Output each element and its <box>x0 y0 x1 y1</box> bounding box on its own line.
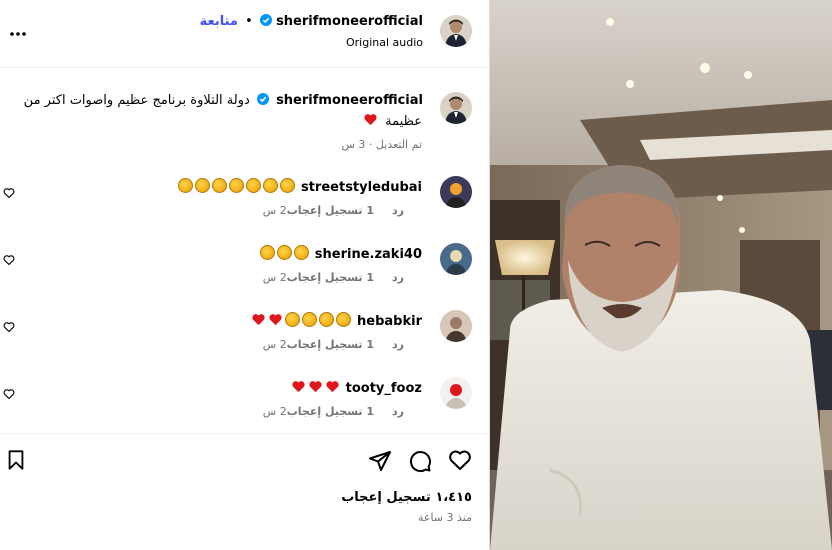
comment-reply-button[interactable]: رد <box>392 338 404 351</box>
caption-username[interactable]: sherifmoneerofficial <box>276 93 423 108</box>
comment-icon[interactable] <box>408 449 432 473</box>
comment-like-count[interactable]: 1 تسجيل إعجاب <box>287 204 374 217</box>
comment-avatar[interactable] <box>440 176 472 208</box>
heart-emoji <box>268 312 283 327</box>
like-count[interactable]: ١،٤١٥ تسجيل إعجاب <box>341 490 472 505</box>
comment-avatar[interactable] <box>440 243 472 275</box>
author-avatar[interactable] <box>440 15 472 47</box>
comment-like-count[interactable]: 1 تسجيل إعجاب <box>287 271 374 284</box>
comment-time[interactable]: 2 س <box>263 204 287 217</box>
clapping-hands-emoji <box>228 178 244 193</box>
heart-emoji <box>325 379 340 394</box>
share-send-icon[interactable] <box>368 449 392 473</box>
post-author-username[interactable]: sherifmoneerofficial <box>276 14 423 29</box>
comment-body: sherine.zaki40 <box>258 245 422 262</box>
comment-time[interactable]: 2 س <box>263 405 287 418</box>
heart-emoji <box>291 379 306 394</box>
like-heart-icon[interactable] <box>448 449 472 471</box>
comment-avatar[interactable] <box>440 377 472 409</box>
caption-line-1: دولة التلاوة برنامج عظيم واصوات اكتر من … <box>24 93 423 108</box>
comment-username[interactable]: tooty_fooz <box>346 381 422 396</box>
comment-time[interactable]: 2 س <box>263 338 287 351</box>
video-frame[interactable] <box>490 0 832 550</box>
clapping-hands-emoji <box>194 178 210 193</box>
comment-meta: رد 1 تسجيل إعجاب2 س <box>263 204 422 217</box>
post-time-ago[interactable]: منذ 3 ساعة <box>418 511 472 524</box>
comment-like-count[interactable]: 1 تسجيل إعجاب <box>287 405 374 418</box>
comment-like-heart-icon[interactable] <box>3 251 15 266</box>
clapping-hands-emoji <box>259 245 275 260</box>
clapping-hands-emoji <box>285 312 301 327</box>
comment-username[interactable]: hebabkir <box>357 314 422 329</box>
comment-like-heart-icon[interactable] <box>3 385 15 400</box>
comment-emojis <box>289 381 340 396</box>
heart-emoji <box>251 312 266 327</box>
comment-like-heart-icon[interactable] <box>3 184 15 199</box>
comment-meta: رد 1 تسجيل إعجاب2 س <box>263 271 422 284</box>
comment-avatar[interactable] <box>440 310 472 342</box>
more-options-button[interactable] <box>9 24 27 36</box>
comment-body: streetstyledubai <box>176 178 422 195</box>
clapping-hands-emoji <box>276 245 292 260</box>
clapping-hands-emoji <box>336 312 352 327</box>
comment-emojis <box>249 312 352 329</box>
comment-emojis <box>258 245 309 262</box>
video-scene <box>490 0 832 550</box>
caption-text: دولة التلاوة برنامج عظيم واصوات اكتر من <box>23 93 250 108</box>
clapping-hands-emoji <box>262 178 278 193</box>
verified-icon <box>256 93 269 105</box>
header-divider <box>0 67 489 68</box>
comment-like-count[interactable]: 1 تسجيل إعجاب <box>287 338 374 351</box>
heart-emoji <box>308 379 323 394</box>
follow-button[interactable]: متابعة <box>200 14 238 29</box>
caption-avatar[interactable] <box>440 92 472 124</box>
comment-reply-button[interactable]: رد <box>392 271 404 284</box>
audio-label[interactable]: Original audio <box>346 36 423 49</box>
comment-emojis <box>176 178 295 195</box>
caption-line-2: عظيمة <box>361 112 422 129</box>
actions-divider <box>0 433 489 434</box>
comment-body: tooty_fooz <box>289 379 422 396</box>
comment-time[interactable]: 2 س <box>263 271 287 284</box>
clapping-hands-emoji <box>211 178 227 193</box>
clapping-hands-emoji <box>177 178 193 193</box>
clapping-hands-emoji <box>245 178 261 193</box>
header-title-row: متابعة • sherifmoneerofficial <box>200 14 423 29</box>
verified-icon <box>259 14 272 26</box>
clapping-hands-emoji <box>293 245 309 260</box>
clapping-hands-emoji <box>319 312 335 327</box>
comment-username[interactable]: sherine.zaki40 <box>315 247 422 262</box>
save-bookmark-icon[interactable] <box>5 449 27 471</box>
comment-reply-button[interactable]: رد <box>392 204 404 217</box>
post-panel: متابعة • sherifmoneerofficial Original a… <box>0 0 489 550</box>
comment-meta: رد 1 تسجيل إعجاب2 س <box>263 405 422 418</box>
heart-emoji <box>363 112 378 127</box>
separator: • <box>245 14 253 29</box>
caption-text-continued: عظيمة <box>385 114 422 129</box>
comment-like-heart-icon[interactable] <box>3 318 15 333</box>
comment-meta: رد 1 تسجيل إعجاب2 س <box>263 338 422 351</box>
clapping-hands-emoji <box>302 312 318 327</box>
caption-edited-time: تم التعديل · 3 س <box>341 138 422 151</box>
comment-body: hebabkir <box>249 312 422 329</box>
comment-reply-button[interactable]: رد <box>392 405 404 418</box>
clapping-hands-emoji <box>279 178 295 193</box>
comment-username[interactable]: streetstyledubai <box>301 180 422 195</box>
